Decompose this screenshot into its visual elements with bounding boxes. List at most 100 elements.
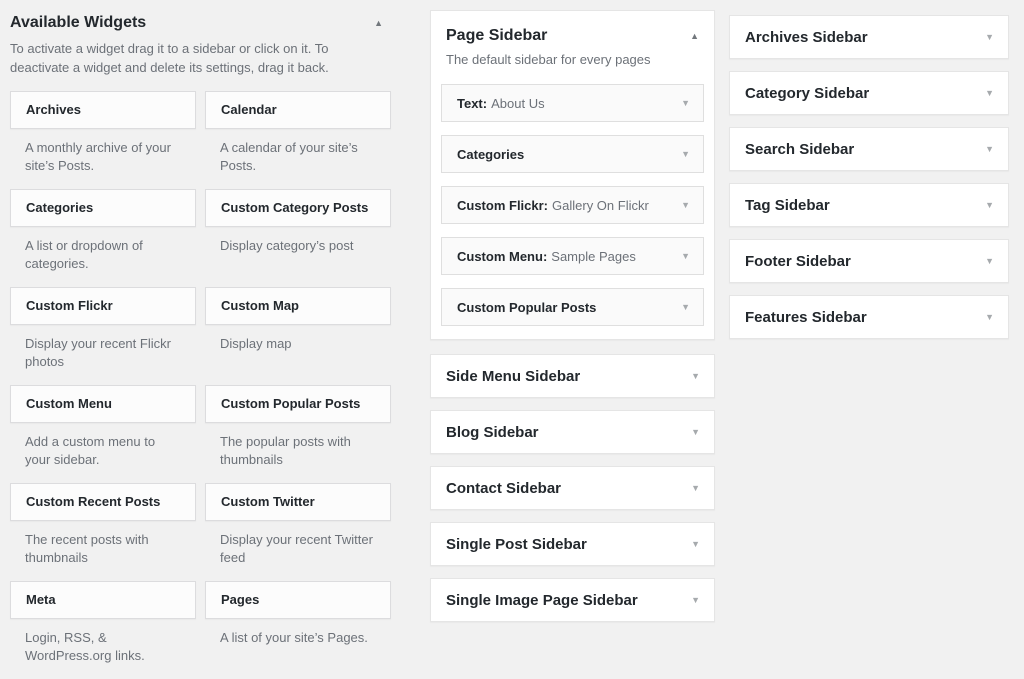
sidebar-blog[interactable]: Blog Sidebar ▼ (430, 410, 715, 454)
sidebar-widget-custom-flickr[interactable]: Custom Flickr: Gallery On Flickr ▼ (441, 186, 704, 224)
chevron-down-icon[interactable]: ▼ (691, 372, 700, 381)
sidebar-title: Search Sidebar (745, 141, 854, 158)
widget-cell-custom-flickr: Custom Flickr Display your recent Flickr… (10, 287, 196, 385)
chevron-down-icon[interactable]: ▼ (985, 145, 994, 154)
chevron-down-icon[interactable]: ▼ (681, 150, 690, 159)
widget-cell-custom-menu: Custom Menu Add a custom menu to your si… (10, 385, 196, 483)
widget-cell-custom-recent-posts: Custom Recent Posts The recent posts wit… (10, 483, 196, 581)
sidebar-category[interactable]: Category Sidebar ▼ (729, 71, 1009, 115)
sidebar-archives[interactable]: Archives Sidebar ▼ (729, 15, 1009, 59)
sidebar-single-image-page[interactable]: Single Image Page Sidebar ▼ (430, 578, 715, 622)
chevron-down-icon[interactable]: ▼ (985, 89, 994, 98)
widget-calendar-title: Calendar (221, 102, 277, 117)
widget-custom-twitter-description: Display your recent Twitter feed (205, 531, 391, 568)
widget-cell-custom-category-posts: Custom Category Posts Display category’s… (205, 189, 391, 287)
widget-custom-category-posts[interactable]: Custom Category Posts (205, 189, 391, 227)
chevron-down-icon[interactable]: ▼ (691, 540, 700, 549)
chevron-down-icon[interactable]: ▼ (985, 201, 994, 210)
sidebar-title: Blog Sidebar (446, 424, 539, 441)
sidebar-widget-custom-menu[interactable]: Custom Menu: Sample Pages ▼ (441, 237, 704, 275)
widget-custom-map[interactable]: Custom Map (205, 287, 391, 325)
widget-custom-flickr[interactable]: Custom Flickr (10, 287, 196, 325)
widget-custom-popular-posts-title: Custom Popular Posts (221, 396, 360, 411)
widget-pages-title: Pages (221, 592, 259, 607)
available-widgets-header[interactable]: Available Widgets ▲ (10, 14, 391, 32)
widget-cell-custom-twitter: Custom Twitter Display your recent Twitt… (205, 483, 391, 581)
widget-archives-description: A monthly archive of your site’s Posts. (10, 139, 196, 176)
sidebar-widget-subtitle: About Us (491, 96, 544, 111)
sidebar-side-menu[interactable]: Side Menu Sidebar ▼ (430, 354, 715, 398)
sidebar-widget-subtitle: Gallery On Flickr (552, 198, 649, 213)
sidebar-title: Side Menu Sidebar (446, 368, 580, 385)
page-sidebar-header[interactable]: Page Sidebar ▲ (431, 11, 714, 45)
chevron-down-icon[interactable]: ▼ (985, 313, 994, 322)
widget-pages[interactable]: Pages (205, 581, 391, 619)
widget-calendar-description: A calendar of your site’s Posts. (205, 139, 391, 176)
sidebar-title: Contact Sidebar (446, 480, 561, 497)
sidebar-widget-label: Custom Menu: (457, 249, 547, 264)
sidebar-widget-label: Custom Popular Posts (457, 300, 596, 315)
widget-custom-recent-posts[interactable]: Custom Recent Posts (10, 483, 196, 521)
sidebar-footer[interactable]: Footer Sidebar ▼ (729, 239, 1009, 283)
widget-custom-popular-posts[interactable]: Custom Popular Posts (205, 385, 391, 423)
sidebar-contact[interactable]: Contact Sidebar ▼ (430, 466, 715, 510)
sidebar-widget-subtitle: Sample Pages (551, 249, 636, 264)
widget-custom-menu-description: Add a custom menu to your sidebar. (10, 433, 196, 470)
collapse-up-icon[interactable]: ▲ (690, 32, 699, 41)
sidebar-title: Single Image Page Sidebar (446, 592, 638, 609)
sidebar-widget-text[interactable]: Text: About Us ▼ (441, 84, 704, 122)
widget-categories-description: A list or dropdown of categories. (10, 237, 196, 274)
page-sidebar-description: The default sidebar for every pages (431, 45, 714, 67)
widget-archives-title: Archives (26, 102, 81, 117)
sidebars-column-primary: Page Sidebar ▲ The default sidebar for e… (430, 10, 715, 634)
widget-custom-twitter[interactable]: Custom Twitter (205, 483, 391, 521)
widget-custom-category-posts-title: Custom Category Posts (221, 200, 368, 215)
sidebar-widget-label: Text: (457, 96, 487, 111)
widget-cell-custom-popular-posts: Custom Popular Posts The popular posts w… (205, 385, 391, 483)
widget-meta-title: Meta (26, 592, 56, 607)
widget-custom-flickr-description: Display your recent Flickr photos (10, 335, 196, 372)
widget-categories[interactable]: Categories (10, 189, 196, 227)
widget-custom-map-description: Display map (205, 335, 391, 372)
chevron-down-icon[interactable]: ▼ (681, 252, 690, 261)
sidebar-widget-custom-popular-posts[interactable]: Custom Popular Posts ▼ (441, 288, 704, 326)
widget-cell-pages: Pages A list of your site’s Pages. (205, 581, 391, 679)
sidebar-title: Features Sidebar (745, 309, 867, 326)
sidebar-title: Single Post Sidebar (446, 536, 587, 553)
widget-pages-description: A list of your site’s Pages. (205, 629, 391, 666)
chevron-down-icon[interactable]: ▼ (691, 596, 700, 605)
chevron-down-icon[interactable]: ▼ (691, 484, 700, 493)
sidebar-widget-categories[interactable]: Categories ▼ (441, 135, 704, 173)
collapse-up-icon[interactable]: ▲ (374, 19, 383, 28)
widget-custom-flickr-title: Custom Flickr (26, 298, 113, 313)
sidebar-tag[interactable]: Tag Sidebar ▼ (729, 183, 1009, 227)
widget-categories-title: Categories (26, 200, 93, 215)
widget-archives[interactable]: Archives (10, 91, 196, 129)
widget-calendar[interactable]: Calendar (205, 91, 391, 129)
sidebar-widget-label: Custom Flickr: (457, 198, 548, 213)
available-widgets-title: Available Widgets (10, 14, 146, 32)
widget-cell-calendar: Calendar A calendar of your site’s Posts… (205, 91, 391, 189)
page-sidebar-panel: Page Sidebar ▲ The default sidebar for e… (430, 10, 715, 340)
chevron-down-icon[interactable]: ▼ (681, 201, 690, 210)
sidebar-single-post[interactable]: Single Post Sidebar ▼ (430, 522, 715, 566)
widget-custom-popular-posts-description: The popular posts with thumbnails (205, 433, 391, 470)
chevron-down-icon[interactable]: ▼ (691, 428, 700, 437)
widget-custom-map-title: Custom Map (221, 298, 299, 313)
available-widgets-instructions: To activate a widget drag it to a sideba… (10, 40, 390, 78)
widget-cell-custom-map: Custom Map Display map (205, 287, 391, 385)
sidebar-widget-label: Categories (457, 147, 524, 162)
widget-custom-twitter-title: Custom Twitter (221, 494, 315, 509)
widget-custom-recent-posts-description: The recent posts with thumbnails (10, 531, 196, 568)
sidebar-features[interactable]: Features Sidebar ▼ (729, 295, 1009, 339)
widget-custom-menu[interactable]: Custom Menu (10, 385, 196, 423)
chevron-down-icon[interactable]: ▼ (681, 99, 690, 108)
widget-meta[interactable]: Meta (10, 581, 196, 619)
chevron-down-icon[interactable]: ▼ (681, 303, 690, 312)
sidebar-search[interactable]: Search Sidebar ▼ (729, 127, 1009, 171)
sidebar-title: Archives Sidebar (745, 29, 868, 46)
page-sidebar-title: Page Sidebar (446, 27, 547, 45)
widget-cell-meta: Meta Login, RSS, & WordPress.org links. (10, 581, 196, 679)
chevron-down-icon[interactable]: ▼ (985, 33, 994, 42)
chevron-down-icon[interactable]: ▼ (985, 257, 994, 266)
